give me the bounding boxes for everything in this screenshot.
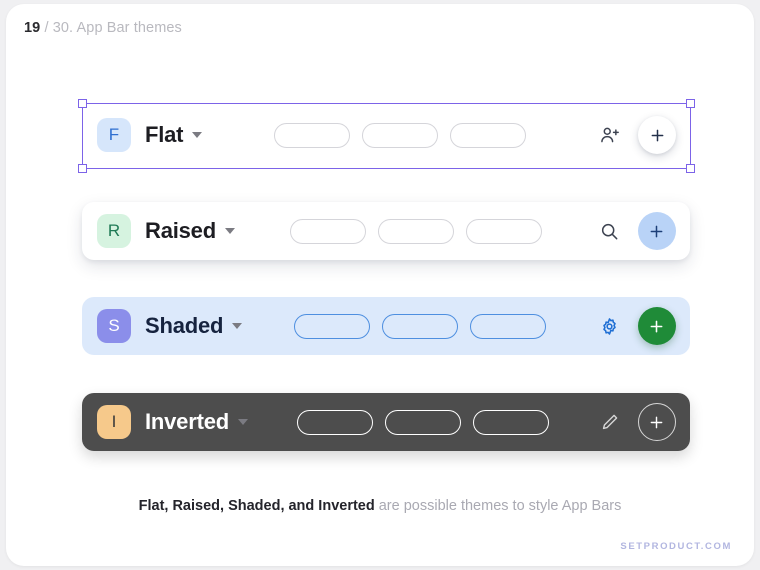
app-bar-title: Flat (145, 122, 184, 147)
placeholder-chip[interactable] (296, 409, 373, 435)
app-bar-title: Shaded (145, 313, 224, 338)
gear-icon[interactable] (598, 314, 622, 338)
app-bar-actions (598, 403, 676, 441)
placeholder-chip[interactable] (378, 218, 455, 244)
placeholder-chip[interactable] (382, 313, 459, 339)
placeholder-chip[interactable] (274, 122, 351, 148)
brand-watermark: SETPRODUCT.COM (620, 541, 732, 552)
slide-counter: 19 / 30. App Bar themes (24, 20, 182, 36)
selection-handle-top-left[interactable] (78, 99, 87, 108)
caption-strong: Flat, Raised, Shaded, and Inverted (138, 498, 375, 514)
avatar-letter: S (108, 316, 120, 335)
caption: Flat, Raised, Shaded, and Inverted are p… (6, 498, 754, 514)
app-bar-raised[interactable]: R Raised (82, 202, 690, 260)
avatar-letter: I (111, 412, 117, 431)
slide-number: 19 (24, 20, 41, 36)
app-bar-flat[interactable]: F Flat (82, 106, 690, 164)
pencil-icon[interactable] (598, 410, 622, 434)
chevron-down-icon[interactable] (224, 228, 235, 234)
chevron-down-icon[interactable] (192, 132, 203, 138)
search-icon[interactable] (598, 219, 622, 243)
app-bar-actions (598, 212, 676, 250)
person-add-icon[interactable] (598, 123, 622, 147)
fab-add-button[interactable] (638, 116, 676, 154)
caption-muted: are possible themes to style App Bars (374, 498, 622, 514)
app-bar-shaded[interactable]: S Shaded (82, 297, 690, 355)
app-bar-title: Raised (145, 218, 216, 243)
chevron-down-icon[interactable] (237, 419, 248, 425)
app-bar-actions (598, 116, 676, 154)
avatar-letter: F (108, 125, 120, 144)
placeholder-chip[interactable] (290, 218, 367, 244)
fab-add-button[interactable] (637, 212, 676, 250)
placeholder-chips (296, 409, 549, 435)
app-bar-title: Inverted (145, 409, 229, 434)
slide-card: 19 / 30. App Bar themes F Flat R Raised … (6, 4, 754, 566)
placeholder-chip[interactable] (472, 409, 549, 435)
selection-handle-bottom-left[interactable] (78, 164, 87, 173)
avatar[interactable]: I (97, 405, 131, 439)
placeholder-chip[interactable] (450, 122, 527, 148)
avatar-letter: R (107, 221, 121, 240)
placeholder-chips (294, 313, 547, 339)
placeholder-chip[interactable] (470, 313, 547, 339)
app-bar-inverted[interactable]: I Inverted (82, 393, 690, 451)
placeholder-chip[interactable] (466, 218, 543, 244)
selection-handle-bottom-right[interactable] (686, 164, 695, 173)
fab-add-button[interactable] (637, 307, 676, 345)
placeholder-chip[interactable] (384, 409, 461, 435)
placeholder-chip[interactable] (362, 122, 439, 148)
placeholder-chips (274, 122, 527, 148)
avatar[interactable]: R (97, 214, 131, 248)
selection-handle-top-right[interactable] (686, 99, 695, 108)
slide-title: / 30. App Bar themes (40, 20, 182, 36)
avatar[interactable]: S (97, 309, 131, 343)
avatar[interactable]: F (97, 118, 131, 152)
fab-add-button[interactable] (637, 403, 676, 441)
app-bar-actions (598, 307, 676, 345)
chevron-down-icon[interactable] (232, 323, 243, 329)
placeholder-chips (290, 218, 543, 244)
placeholder-chip[interactable] (294, 313, 371, 339)
